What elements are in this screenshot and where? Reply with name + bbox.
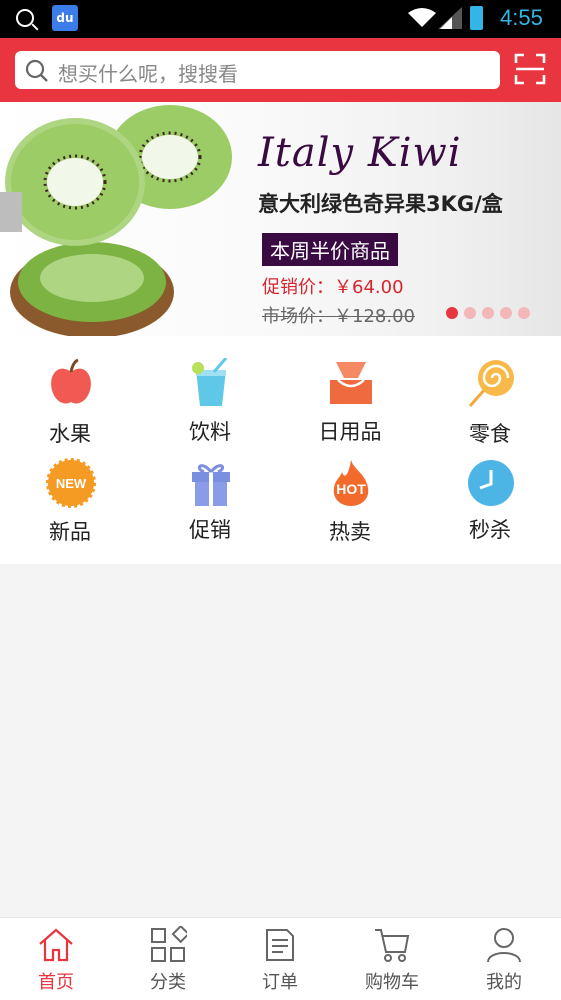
category-flash-sale[interactable]: 秒杀 [420, 458, 560, 558]
bottom-tab-bar: 首页 分类 订单 购物车 我的 [0, 917, 561, 1000]
category-fruit[interactable]: 水果 [0, 358, 140, 458]
tab-mine[interactable]: 我的 [448, 918, 560, 1000]
promo-banner[interactable]: Italy Kiwi 意大利绿色奇异果3KG/盒 本周半价商品 促销价：￥64.… [0, 102, 561, 336]
hot-badge-text: HOT [336, 481, 366, 497]
drink-icon [192, 358, 228, 406]
tab-label: 订单 [262, 972, 298, 993]
kiwi-image [0, 105, 232, 336]
search-icon [25, 59, 48, 82]
status-time: 4:55 [500, 5, 543, 30]
carousel-dot[interactable] [446, 307, 458, 319]
clock-icon [468, 460, 514, 506]
lollipop-icon [468, 360, 514, 407]
carousel-dot[interactable] [482, 307, 494, 319]
category-grid-icon [151, 926, 187, 962]
search-placeholder: 想买什么呢，搜搜看 [58, 62, 238, 86]
hot-flame-icon: HOT [333, 460, 369, 506]
category-daily[interactable]: 日用品 [280, 358, 420, 458]
category-new[interactable]: NEW 新品 [0, 458, 140, 558]
tab-category[interactable]: 分类 [112, 918, 224, 1000]
tab-cart[interactable]: 购物车 [336, 918, 448, 1000]
category-hot[interactable]: HOT 热卖 [280, 458, 420, 558]
apple-icon [51, 358, 91, 404]
category-label: 秒杀 [469, 518, 511, 542]
category-grid: 水果 饮料 日用品 零食 NEW 新品 促销 HOT 热卖 秒杀 [0, 336, 561, 564]
tab-label: 我的 [486, 972, 522, 993]
carousel-dot[interactable] [500, 307, 512, 319]
wifi-icon [408, 8, 436, 27]
gift-icon [192, 464, 230, 506]
category-label: 饮料 [189, 420, 231, 444]
category-label: 零食 [469, 422, 511, 446]
home-icon [39, 928, 73, 962]
document-icon [266, 929, 294, 961]
new-badge-text: NEW [56, 476, 87, 491]
new-badge-icon: NEW [46, 458, 96, 508]
category-label: 促销 [189, 518, 231, 542]
category-label: 新品 [49, 520, 91, 544]
tab-label: 分类 [150, 972, 186, 993]
carousel-dot[interactable] [464, 307, 476, 319]
battery-icon [470, 6, 483, 30]
search-input[interactable]: 想买什么呢，搜搜看 [15, 51, 500, 89]
top-bar: 想买什么呢，搜搜看 [0, 38, 561, 102]
category-drinks[interactable]: 饮料 [140, 358, 280, 458]
category-label: 热卖 [329, 520, 371, 544]
banner-subtitle: 意大利绿色奇异果3KG/盒 [258, 192, 503, 216]
tab-home[interactable]: 首页 [0, 918, 112, 1000]
scan-icon[interactable] [514, 53, 546, 85]
banner-tag: 本周半价商品 [262, 233, 398, 266]
tab-label: 首页 [38, 972, 74, 993]
banner-title: Italy Kiwi [258, 130, 462, 176]
tab-orders[interactable]: 订单 [224, 918, 336, 1000]
status-bar: du 4:55 [0, 0, 561, 38]
carousel-indicator[interactable] [446, 304, 536, 323]
carousel-dot[interactable] [518, 307, 530, 319]
category-promo[interactable]: 促销 [140, 458, 280, 558]
promo-price: 促销价：￥64.00 [262, 277, 404, 298]
signal-icon [438, 7, 462, 29]
cart-icon [375, 929, 410, 962]
baidu-app-icon: du [52, 5, 78, 31]
market-price: 市场价：￥128.00 [262, 306, 415, 327]
tab-label: 购物车 [365, 972, 419, 993]
category-label: 日用品 [318, 420, 382, 444]
user-icon [487, 928, 521, 963]
category-label: 水果 [49, 422, 91, 446]
tissue-box-icon [330, 362, 372, 404]
category-snacks[interactable]: 零食 [420, 358, 560, 458]
status-search-icon [16, 9, 34, 27]
